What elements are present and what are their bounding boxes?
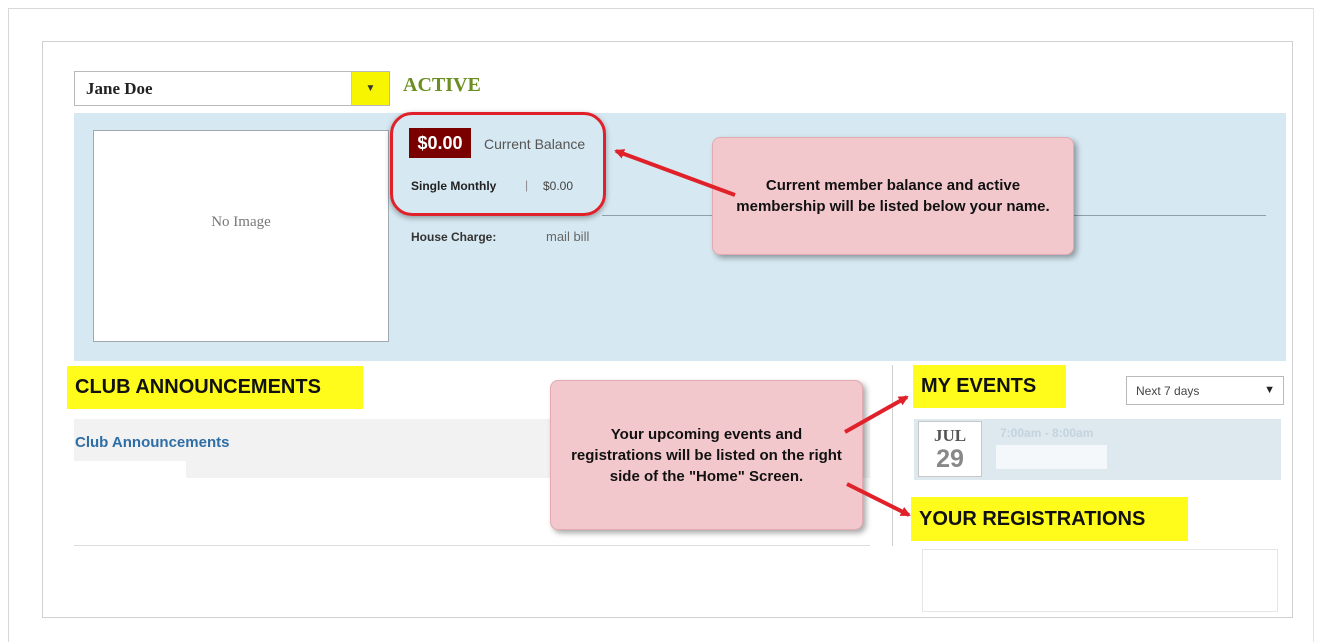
house-charge-value: mail bill <box>546 229 590 244</box>
member-select-value: Jane Doe <box>86 79 153 98</box>
house-charge-label: House Charge: <box>411 230 497 244</box>
event-month: JUL <box>933 426 967 445</box>
your-registrations-heading-text: YOUR REGISTRATIONS <box>919 507 1146 530</box>
balance-callout: Current member balance and active member… <box>712 137 1074 255</box>
registrations-list <box>922 549 1278 612</box>
member-photo: No Image <box>93 130 389 342</box>
balance-annotation-circle <box>390 112 606 216</box>
chevron-down-icon[interactable]: ▼ <box>351 72 389 105</box>
club-announcements-heading-text: CLUB ANNOUNCEMENTS <box>75 376 321 398</box>
list-item-edge <box>74 461 186 478</box>
membership-status: ACTIVE <box>403 74 481 96</box>
your-registrations-heading: YOUR REGISTRATIONS <box>911 497 1188 541</box>
event-date-tile: JUL 29 <box>918 421 982 477</box>
events-callout: Your upcoming events and registrations w… <box>550 380 863 530</box>
club-announcements-heading: CLUB ANNOUNCEMENTS <box>67 366 363 409</box>
my-events-heading-text: MY EVENTS <box>921 375 1037 397</box>
balance-callout-text: Current member balance and active member… <box>736 177 1050 215</box>
event-range-value: Next 7 days <box>1136 384 1200 398</box>
events-callout-text: Your upcoming events and registrations w… <box>571 425 842 485</box>
member-select[interactable]: Jane Doe ▼ <box>74 71 390 106</box>
photo-placeholder-text: No Image <box>211 214 271 230</box>
event-day: 29 <box>936 445 964 473</box>
event-time: 7:00am - 8:00am <box>1000 426 1094 440</box>
club-announcements-link[interactable]: Club Announcements <box>75 434 229 451</box>
event-range-select[interactable]: Next 7 days ▼ <box>1126 376 1284 405</box>
section-divider <box>74 545 870 546</box>
event-title-placeholder <box>996 445 1107 469</box>
my-events-heading: MY EVENTS <box>913 365 1066 408</box>
chevron-down-icon[interactable]: ▼ <box>1264 384 1275 396</box>
column-divider <box>892 365 893 546</box>
